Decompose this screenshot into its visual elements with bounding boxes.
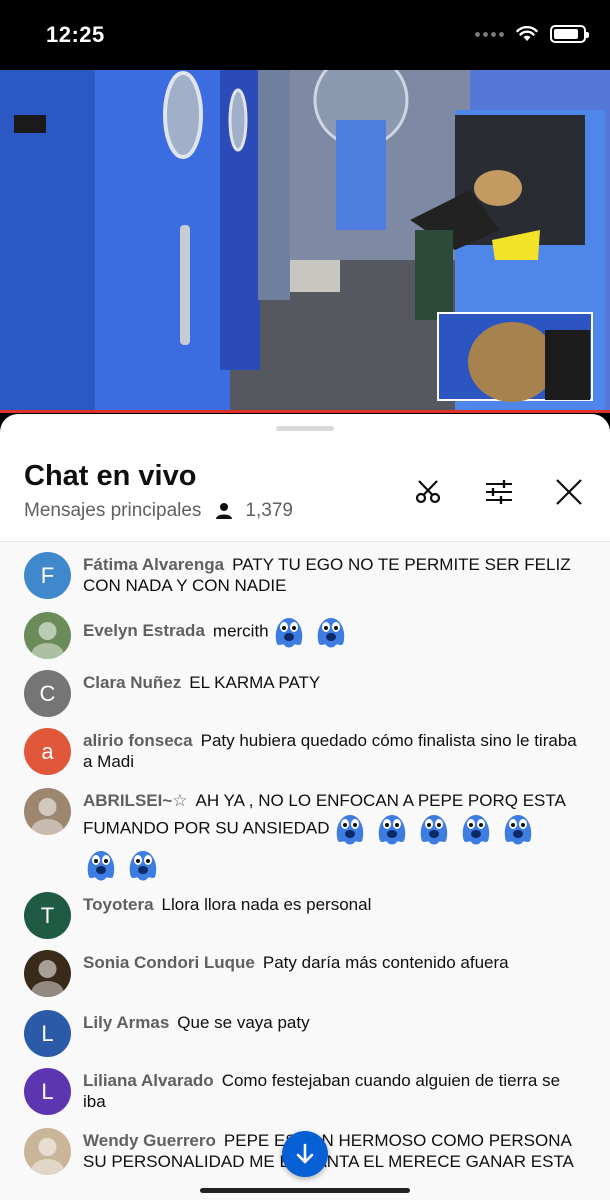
ghost-emoji-icon (125, 847, 161, 883)
battery-icon (550, 25, 589, 43)
chat-message[interactable]: Evelyn Estrada mercith (24, 612, 594, 659)
author-name[interactable]: Evelyn Estrada (83, 621, 205, 640)
chat-message[interactable]: L Liliana Alvarado Como festejaban cuando … (24, 1068, 594, 1115)
chat-mode-label: Mensajes principales (24, 500, 202, 521)
message-body: Lily Armas Que se vaya paty (83, 1010, 583, 1057)
viewer-count: 1,379 (215, 500, 293, 522)
message-body: Evelyn Estrada mercith (83, 612, 583, 659)
author-name[interactable]: Toyotera (83, 895, 154, 914)
author-name[interactable]: Clara Nuñez (83, 673, 181, 692)
ghost-emoji-icon (332, 811, 368, 847)
message-body: Toyotera Llora llora nada es personal (83, 892, 583, 939)
video-progress-bar[interactable] (0, 410, 610, 413)
chat-message[interactable]: a alirio fonseca Paty hubiera quedado cómo… (24, 728, 594, 775)
message-body: Wendy Guerrero PEPE ES TAN HERMOSO COMO P… (83, 1128, 583, 1175)
message-text: Paty daría más contenido afuera (262, 953, 509, 972)
person-icon (216, 503, 233, 519)
author-name[interactable]: ABRILSEI~☆ (83, 791, 188, 810)
message-text: Llora llora nada es personal (161, 895, 372, 914)
message-text: mercith (212, 621, 269, 641)
wifi-icon (516, 26, 538, 41)
avatar[interactable] (24, 788, 71, 835)
chat-mode-selector[interactable]: Mensajes principales 1,379 (24, 500, 293, 522)
avatar[interactable]: a (24, 728, 71, 775)
message-body: Clara Nuñez EL KARMA PATY (83, 670, 583, 717)
author-name[interactable]: Fátima Alvarenga (83, 555, 224, 574)
avatar[interactable]: F (24, 552, 71, 599)
home-indicator (200, 1188, 410, 1193)
author-name[interactable]: alirio fonseca (83, 731, 193, 750)
message-body: Sonia Condori Luque Paty daría más conten… (83, 950, 583, 997)
ghost-emoji-icon (271, 614, 307, 650)
viewer-count-value: 1,379 (245, 500, 293, 521)
status-icons (475, 25, 589, 43)
chat-settings-button[interactable] (479, 472, 519, 512)
ghost-emoji-icon (458, 811, 494, 847)
ghost-emoji-icon (374, 811, 410, 847)
message-body: alirio fonseca Paty hubiera quedado cómo … (83, 728, 583, 775)
ghost-emoji-icon (416, 811, 452, 847)
close-chat-button[interactable] (549, 472, 589, 512)
message-body: ABRILSEI~☆ AH YA , NO LO ENFOCAN A PEPE P… (83, 788, 583, 883)
status-bar: 12:25 (0, 0, 610, 70)
author-name[interactable]: Wendy Guerrero (83, 1131, 216, 1150)
chat-message[interactable]: F Fátima Alvarenga PATY TU EGO NO TE PERMI… (24, 552, 594, 599)
ghost-emoji-icon (83, 847, 119, 883)
clip-button[interactable] (408, 472, 448, 512)
video-frame (0, 70, 610, 412)
author-name[interactable]: Lily Armas (83, 1013, 169, 1032)
chat-message[interactable]: T Toyotera Llora llora nada es personal (24, 892, 594, 939)
scroll-to-bottom-button[interactable] (282, 1131, 328, 1177)
sliders-icon (486, 480, 512, 504)
avatar[interactable] (24, 950, 71, 997)
close-icon (556, 479, 582, 505)
avatar[interactable] (24, 612, 71, 659)
chat-message[interactable]: ABRILSEI~☆ AH YA , NO LO ENFOCAN A PEPE P… (24, 788, 594, 883)
chat-title: Chat en vivo (24, 460, 197, 492)
chat-message[interactable]: L Lily Armas Que se vaya paty (24, 1010, 594, 1057)
arrow-down-icon (296, 1143, 314, 1164)
message-body: Liliana Alvarado Como festejaban cuando a… (83, 1068, 583, 1115)
video-player[interactable] (0, 70, 610, 412)
author-name[interactable]: Sonia Condori Luque (83, 953, 255, 972)
avatar[interactable]: L (24, 1010, 71, 1057)
avatar[interactable]: T (24, 892, 71, 939)
message-text: EL KARMA PATY (189, 673, 321, 692)
avatar[interactable]: L (24, 1068, 71, 1115)
live-chat-panel: Chat en vivo Mensajes principales 1,379 (0, 414, 610, 1200)
chat-message[interactable]: C Clara Nuñez EL KARMA PATY (24, 670, 594, 717)
ghost-emoji-icon (313, 614, 349, 650)
message-text: Que se vaya paty (177, 1013, 310, 1032)
message-body: Fátima Alvarenga PATY TU EGO NO TE PERMIT… (83, 552, 583, 599)
author-name[interactable]: Liliana Alvarado (83, 1071, 214, 1090)
cellular-signal-icon (475, 31, 504, 37)
avatar[interactable]: C (24, 670, 71, 717)
ghost-emoji-icon (500, 811, 536, 847)
chat-message[interactable]: Sonia Condori Luque Paty daría más conten… (24, 950, 594, 997)
drag-handle[interactable] (276, 426, 334, 431)
chat-message-list[interactable]: F Fátima Alvarenga PATY TU EGO NO TE PERMI… (0, 542, 610, 1200)
status-time: 12:25 (46, 22, 105, 47)
scissors-icon (415, 480, 441, 504)
avatar[interactable] (24, 1128, 71, 1175)
